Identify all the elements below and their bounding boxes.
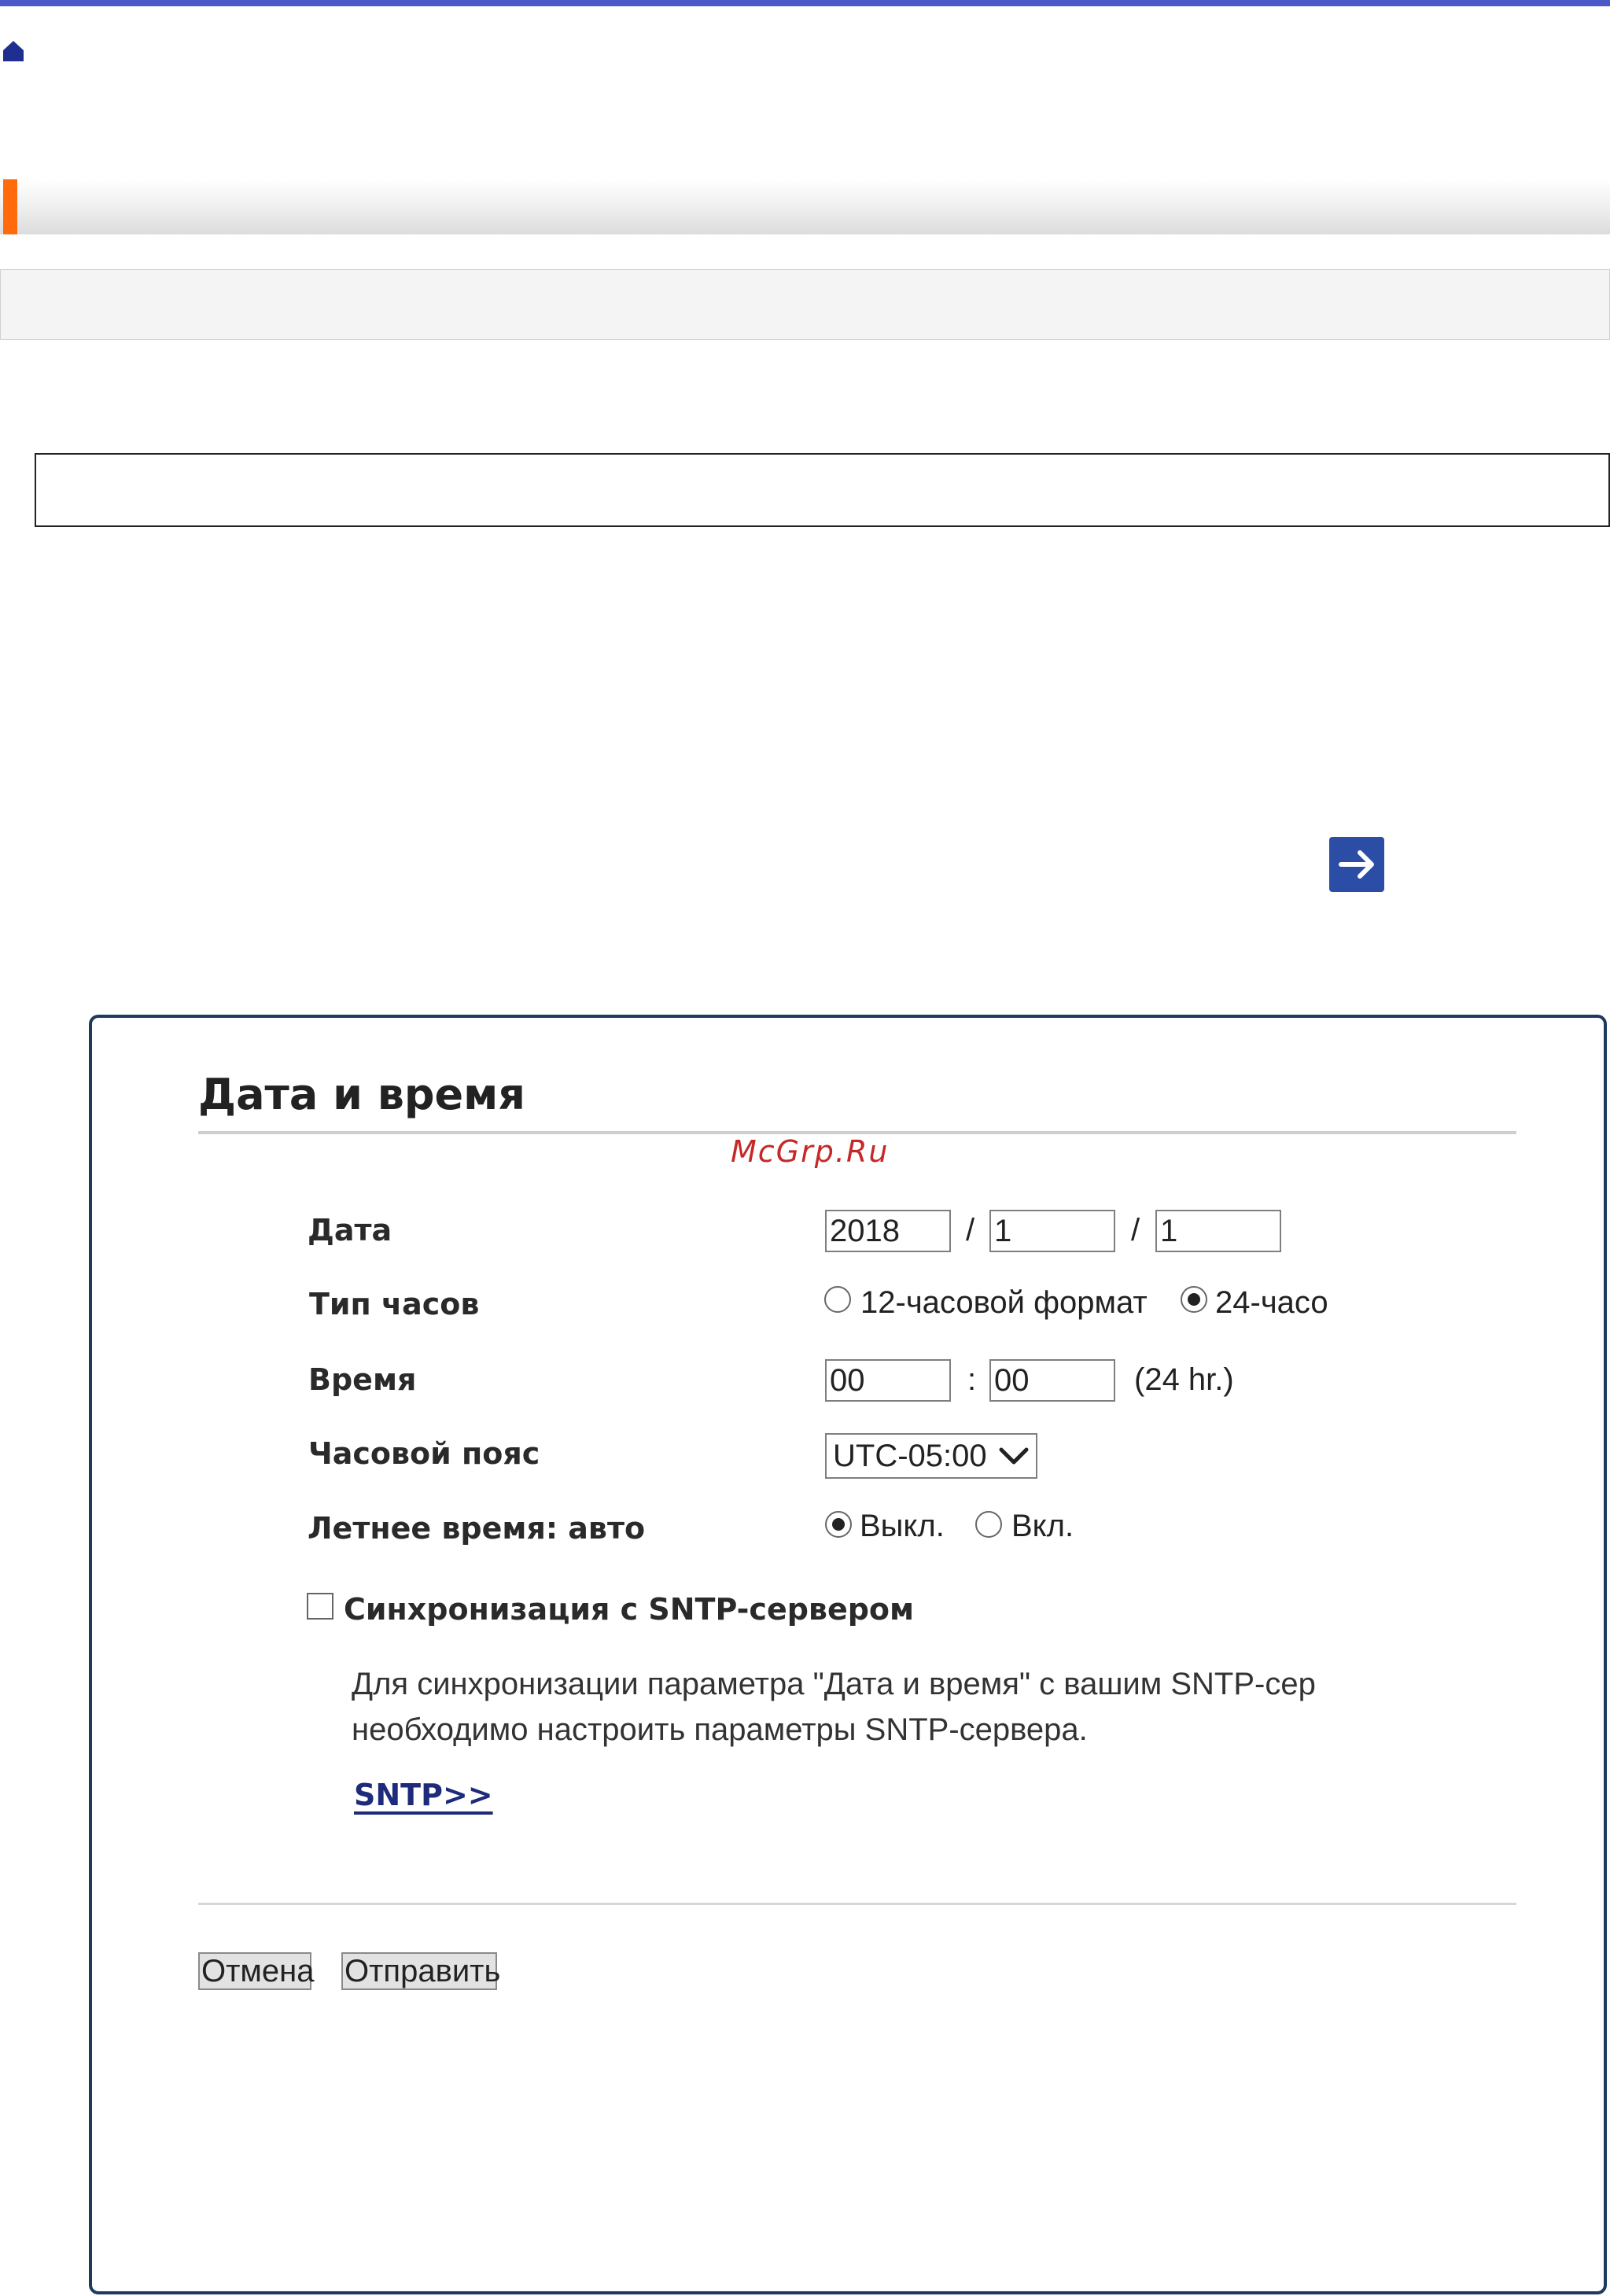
home-icon[interactable] (2, 39, 25, 63)
sntp-sync-label: Синхронизация с SNTP-сервером (344, 1592, 915, 1627)
dst-off-radio[interactable] (825, 1511, 852, 1538)
top-rule (0, 0, 1610, 6)
date-separator: / (966, 1213, 975, 1248)
date-separator: / (1131, 1213, 1140, 1248)
clock-12h-radio[interactable] (824, 1286, 851, 1313)
timezone-label: Часовой пояс (308, 1436, 540, 1471)
minute-input[interactable]: 00 (989, 1359, 1115, 1402)
next-arrow-button[interactable] (1329, 837, 1384, 892)
watermark: McGrp.Ru (731, 1134, 890, 1169)
arrow-right-icon (1339, 850, 1374, 879)
submit-button[interactable]: Отправить (341, 1952, 500, 1990)
timezone-value: UTC-05:00 (833, 1439, 987, 1473)
date-label: Дата (308, 1213, 392, 1248)
sntp-note-line: необходимо настроить параметры SNTP-серв… (352, 1712, 1088, 1747)
dst-on-radio[interactable] (975, 1511, 1002, 1538)
sntp-note-line: Для синхронизации параметра "Дата и врем… (352, 1667, 1316, 1701)
time-separator: : (967, 1362, 977, 1397)
hour-input[interactable]: 00 (825, 1359, 951, 1402)
section-header-bar (0, 179, 1610, 234)
day-input[interactable]: 1 (1155, 1210, 1281, 1252)
timezone-select[interactable]: UTC-05:00 (825, 1433, 1037, 1479)
dst-off-option-label: Выкл. (860, 1509, 945, 1543)
time-label: Время (308, 1362, 417, 1397)
outlined-box (35, 453, 1610, 527)
sntp-note: Для синхронизации параметра "Дата и врем… (352, 1661, 1421, 1752)
clock-12h-option-label: 12-часовой формат (860, 1285, 1148, 1320)
month-input[interactable]: 1 (989, 1210, 1115, 1252)
clock-24h-radio[interactable] (1181, 1286, 1207, 1313)
clock-type-label: Тип часов (309, 1287, 480, 1321)
year-input[interactable]: 2018 (825, 1210, 951, 1252)
info-box (0, 269, 1610, 340)
dst-label: Летнее время: авто (308, 1511, 646, 1546)
sntp-link[interactable]: SNTP>> (354, 1778, 493, 1812)
cancel-button[interactable]: Отмена (198, 1952, 315, 1990)
time-format-suffix: (24 hr.) (1134, 1362, 1234, 1397)
dst-on-option-label: Вкл. (1011, 1509, 1074, 1543)
settings-screenshot-panel: Дата и время McGrp.Ru Дата 2018 / 1 / 1 … (89, 1015, 1607, 2294)
sntp-sync-checkbox[interactable] (307, 1593, 333, 1620)
section-accent-marker (3, 179, 17, 234)
footer-divider (198, 1903, 1516, 1905)
chevron-down-icon (999, 1447, 1029, 1465)
panel-title: Дата и время (198, 1070, 525, 1119)
clock-24h-option-label: 24-часо (1215, 1285, 1328, 1320)
